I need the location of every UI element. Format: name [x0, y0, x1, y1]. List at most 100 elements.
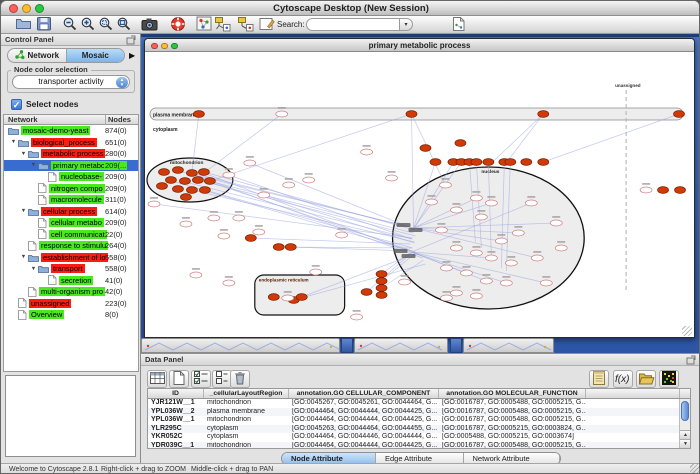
table-row-YLR295C[interactable]: YLR295Ccytoplasm[GO:0045263, GO:0044464,…: [148, 425, 690, 434]
tree-row-response-to-stimulu[interactable]: response to stimulu264(0): [4, 240, 138, 252]
zoom-fit-button[interactable]: [114, 16, 134, 33]
disclosure-triangle-icon[interactable]: ▼: [20, 254, 27, 260]
zoom-in-button[interactable]: [78, 16, 98, 33]
cell[interactable]: [GO:0045267, GO:0045261, GO:0044464, G..…: [289, 399, 439, 408]
attribute-table-header[interactable]: ID_cellularLayoutRegionannotation.GO CEL…: [148, 389, 690, 399]
column-header-_cellularLayoutRegion[interactable]: _cellularLayoutRegion: [204, 389, 289, 398]
minimized-window-3[interactable]: [463, 338, 554, 353]
import-network-button[interactable]: [449, 16, 469, 33]
tab-mosaic[interactable]: Mosaic: [66, 49, 125, 62]
select-attributes-button[interactable]: [191, 370, 211, 388]
tree-row-cellular-metabo[interactable]: cellular metabo209(0): [4, 217, 138, 229]
cytopanel-button[interactable]: [194, 16, 214, 33]
tree-row-nucleobase-[interactable]: nucleobase-209(0): [4, 171, 138, 183]
cell[interactable]: [GO:0016787, GO:0005488, GO:0005215, G..…: [439, 399, 586, 408]
tree-row-cellular-process[interactable]: ▼cellular process614(0): [4, 206, 138, 218]
column-header-blank[interactable]: [586, 389, 680, 398]
open-button[interactable]: [13, 16, 33, 33]
new-attribute-button[interactable]: [169, 370, 189, 388]
tab-network[interactable]: Network: [8, 49, 66, 62]
tree-row-mosaic-demo-yeast[interactable]: mosaic-demo-yeast874(0): [4, 125, 138, 137]
tree-row-unassigned[interactable]: unassigned223(0): [4, 298, 138, 310]
search-dropdown-icon[interactable]: ▾: [400, 18, 413, 31]
column-header-annotation.GO CELLULAR_COMPONENT[interactable]: annotation.GO CELLULAR_COMPONENT: [289, 389, 439, 398]
scroll-up-icon[interactable]: ▲: [680, 430, 691, 439]
mosaic-plugin-2-button[interactable]: [235, 16, 255, 33]
cell[interactable]: YPL036W__1: [148, 416, 204, 425]
table-row-YPL036W__2[interactable]: YPL036W__2plasma membrane[GO:0044464, GO…: [148, 408, 690, 417]
import-attributes-button[interactable]: [636, 370, 656, 388]
mosaic-plugin-1-button[interactable]: [212, 16, 232, 33]
cell[interactable]: [GO:0016787, GO:0005488, GO:0005215, G..…: [439, 408, 586, 417]
formula-builder-button[interactable]: f(x): [613, 370, 633, 388]
tree-row-macromolecule[interactable]: macromolecule311(0): [4, 194, 138, 206]
disclosure-triangle-icon[interactable]: ▼: [20, 151, 27, 157]
network-view-window[interactable]: primary metabolic process plasma membran…: [144, 38, 695, 338]
tree-row-establishment-of-lo[interactable]: ▼establishment of lo558(0): [4, 252, 138, 264]
select-all-button[interactable]: [147, 370, 167, 388]
table-row-YDR039C__1[interactable]: YDR039C__1mitochondrion[GO:0044464, GO:0…: [148, 442, 690, 450]
node-color-dropdown[interactable]: transporter activity ▲▼: [12, 75, 130, 89]
view-resize-grip[interactable]: [682, 326, 692, 336]
save-button[interactable]: [34, 16, 54, 33]
zoom-out-button[interactable]: [60, 16, 80, 33]
help-button[interactable]: [168, 16, 188, 33]
table-row-YPL036W__1[interactable]: YPL036W__1mitochondrion[GO:0044464, GO:0…: [148, 416, 690, 425]
cell[interactable]: cytoplasm: [204, 425, 289, 434]
cell[interactable]: plasma membrane: [204, 408, 289, 417]
scrollbar-thumb[interactable]: [681, 401, 689, 421]
tree-row-metabolic-process[interactable]: ▼metabolic process280(0): [4, 148, 138, 160]
table-scrollbar[interactable]: ▲ ▼: [679, 399, 690, 448]
tree-row-transport[interactable]: ▼transport558(0): [4, 263, 138, 275]
disclosure-triangle-icon[interactable]: ▼: [30, 162, 37, 168]
snapshot-button[interactable]: [139, 16, 159, 33]
window-resize-grip[interactable]: [690, 464, 700, 474]
minimized-window-1[interactable]: [141, 338, 340, 353]
float-panel-icon[interactable]: [126, 35, 137, 49]
cell[interactable]: mitochondrion: [204, 399, 289, 408]
disclosure-triangle-icon[interactable]: ▼: [20, 208, 27, 214]
scroll-down-icon[interactable]: ▼: [680, 439, 691, 448]
cell[interactable]: mitochondrion: [204, 442, 289, 450]
network-tree-header[interactable]: Network Nodes: [4, 115, 138, 125]
cell[interactable]: [GO:0016787, GO:0005215, GO:0003824, G..…: [439, 425, 586, 434]
window-titlebar[interactable]: Cytoscape Desktop (New Session): [1, 1, 700, 16]
cell[interactable]: [GO:0044464, GO:0044444, GO:0044425, G..…: [289, 408, 439, 417]
cell[interactable]: [GO:0005488, GO:0005215, GO:0003674]: [439, 433, 586, 442]
cell[interactable]: YPL036W__2: [148, 408, 204, 417]
cell[interactable]: [GO:0016787, GO:0005488, GO:0005215, G..…: [439, 442, 586, 450]
column-header-annotation.GO MOLECULAR_FUNCTION[interactable]: annotation.GO MOLECULAR_FUNCTION: [439, 389, 586, 398]
cell[interactable]: [GO:0044464, GO:0044444, GO:0044425, G..…: [289, 416, 439, 425]
disclosure-triangle-icon[interactable]: ▼: [30, 266, 37, 272]
tab-overflow-icon[interactable]: ▶: [129, 51, 135, 60]
cell[interactable]: YDR039C__1: [148, 442, 204, 450]
cell[interactable]: cytoplasm: [204, 433, 289, 442]
tree-row-multi-organism-pro[interactable]: multi-organism pro42(0): [4, 286, 138, 298]
tree-row-cell-communicat[interactable]: cell communicat22(0): [4, 229, 138, 241]
network-canvas[interactable]: plasma membranecytoplasmmitochondrionnuc…: [146, 52, 693, 337]
tree-row-overview[interactable]: Overview8(0): [4, 309, 138, 321]
column-header-ID[interactable]: ID: [148, 389, 204, 398]
unselect-attributes-button[interactable]: [212, 370, 232, 388]
network-view-titlebar[interactable]: primary metabolic process: [145, 39, 694, 52]
delete-attribute-button[interactable]: [230, 370, 250, 388]
cell[interactable]: YKR052C: [148, 433, 204, 442]
annotation-button[interactable]: [257, 16, 277, 33]
float-data-panel-icon[interactable]: [686, 355, 697, 369]
table-row-YJR121W__1[interactable]: YJR121W__1mitochondrion[GO:0045267, GO:0…: [148, 399, 690, 408]
zoom-selected-button[interactable]: [96, 16, 116, 33]
tree-row-nitrogen-compo[interactable]: nitrogen compo209(0): [4, 183, 138, 195]
table-row-YKR052C[interactable]: YKR052Ccytoplasm[GO:0044464, GO:0044446,…: [148, 433, 690, 442]
birdseye-view[interactable]: [5, 375, 136, 457]
cell[interactable]: [GO:0045263, GO:0044464, GO:0044455, G..…: [289, 425, 439, 434]
cell[interactable]: [GO:0044464, GO:0044446, GO:0044444, G..…: [289, 433, 439, 442]
tree-row-primary-metabo[interactable]: ▼primary metabo209(...: [4, 160, 138, 172]
tree-row-biological-process[interactable]: ▼biological_process651(0): [4, 137, 138, 149]
select-nodes-checkbox[interactable]: ✓: [11, 99, 22, 110]
heatmap-button[interactable]: [659, 370, 679, 388]
tree-row-secretion[interactable]: secretion41(0): [4, 275, 138, 287]
cell[interactable]: mitochondrion: [204, 416, 289, 425]
cell[interactable]: YLR295C: [148, 425, 204, 434]
cell[interactable]: [GO:0044464, GO:0044444, GO:0044425, G..…: [289, 442, 439, 450]
cell[interactable]: [GO:0016787, GO:0005488, GO:0005215, G..…: [439, 416, 586, 425]
